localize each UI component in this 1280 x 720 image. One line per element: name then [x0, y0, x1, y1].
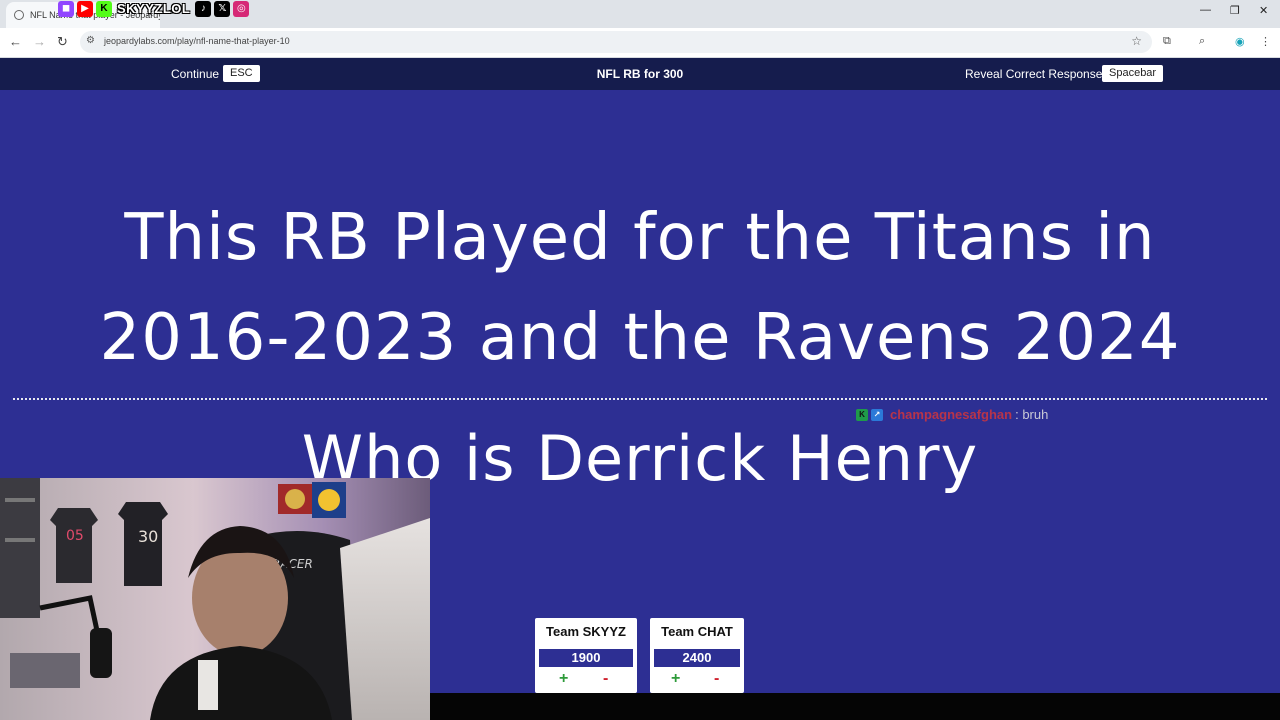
webcam-overlay: 05 30 RACER: [0, 478, 430, 720]
site-info-icon[interactable]: ⚙: [86, 35, 95, 46]
social-overlay: ◼ ▶ K SKYYZLOL ♪ 𝕏 ◎: [58, 0, 250, 17]
forward-icon[interactable]: →: [33, 34, 46, 49]
jersey-number-2: 30: [138, 527, 158, 546]
back-icon[interactable]: ←: [9, 34, 22, 49]
team-card-skyyz: Team SKYYZ 1900 + -: [535, 618, 637, 693]
add-points-button[interactable]: +: [671, 670, 680, 688]
chat-text: : bruh: [1015, 407, 1049, 422]
webcam-scene: 05 30 RACER: [0, 478, 430, 720]
tab-strip: NFL Name that player - Jeopardy ✕ + ◼ ▶ …: [0, 0, 1280, 28]
menu-icon[interactable]: ⋮: [1260, 35, 1271, 48]
profile-icon[interactable]: ◉: [1235, 35, 1245, 48]
question-header-bar: Continue ESC NFL RB for 300 Reveal Corre…: [0, 58, 1280, 90]
team-score: 1900: [539, 649, 633, 667]
bookmark-star-icon[interactable]: ☆: [1131, 34, 1142, 48]
jersey-number-1: 05: [66, 528, 84, 544]
extensions-icon[interactable]: ⧉: [1163, 35, 1171, 48]
question-line-1: This RB Played for the Titans in: [124, 201, 1156, 275]
social-handle: SKYYZLOL: [117, 1, 191, 16]
reveal-spacebar-key[interactable]: Spacebar: [1102, 65, 1164, 82]
browser-toolbar: ← → ↻ ⚙ jeopardylabs.com/play/nfl-name-t…: [0, 28, 1280, 58]
search-tabs-icon[interactable]: ⌕: [1199, 35, 1205, 48]
x-icon: 𝕏: [214, 0, 231, 17]
twitch-icon: ◼: [58, 0, 74, 17]
minimize-icon[interactable]: —: [1200, 4, 1211, 16]
webcam-bottom-strip: [430, 693, 1280, 720]
url-text: jeopardylabs.com/play/nfl-name-that-play…: [104, 36, 290, 46]
team-name: Team SKYYZ: [546, 624, 626, 639]
window-close-icon[interactable]: ✕: [1259, 4, 1268, 17]
kick-badge-icon: K: [856, 408, 868, 421]
question-line-2: 2016-2023 and the Ravens 2024: [99, 301, 1181, 375]
address-bar[interactable]: ⚙ jeopardylabs.com/play/nfl-name-that-pl…: [80, 31, 1152, 53]
team-name: Team CHAT: [661, 624, 733, 639]
reveal-label[interactable]: Reveal Correct Response: [965, 67, 1102, 81]
tab-favicon-icon: [14, 10, 24, 20]
chat-message: K ↗ champagnesafghan : bruh: [856, 407, 1048, 422]
team-card-chat: Team CHAT 2400 + -: [650, 618, 744, 693]
team-score: 2400: [654, 649, 740, 667]
restore-icon[interactable]: ❐: [1230, 4, 1240, 17]
add-points-button[interactable]: +: [559, 670, 568, 688]
youtube-icon: ▶: [77, 0, 93, 17]
chat-username: champagnesafghan: [890, 407, 1013, 422]
reload-icon[interactable]: ↻: [57, 34, 68, 50]
subtract-points-button[interactable]: -: [603, 670, 608, 688]
answer-divider: [13, 398, 1267, 400]
sub-badge-icon: ↗: [871, 408, 883, 421]
tiktok-icon: ♪: [195, 0, 212, 17]
question-text: This RB Played for the Titans in 2016-20…: [40, 188, 1240, 388]
subtract-points-button[interactable]: -: [714, 670, 719, 688]
instagram-icon: ◎: [233, 0, 250, 17]
kick-icon: K: [96, 0, 112, 17]
